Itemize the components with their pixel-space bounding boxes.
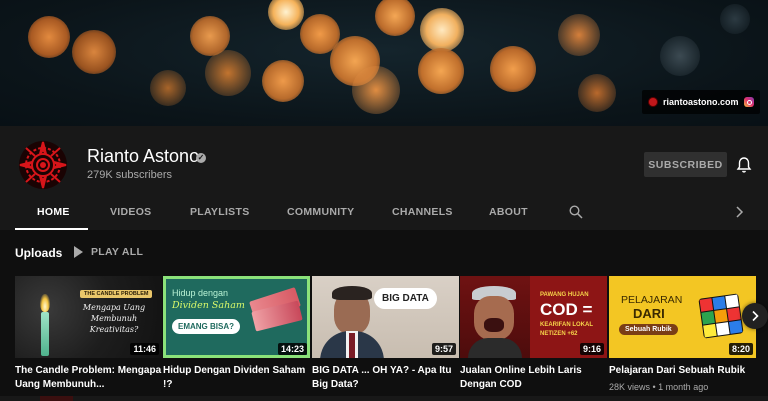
carousel-next-button[interactable]: [742, 303, 768, 329]
chevron-right-icon[interactable]: [733, 205, 745, 219]
tab-about[interactable]: ABOUT: [489, 206, 528, 218]
thumb-line-1: Hidup dengan: [172, 288, 229, 298]
video-card[interactable]: BIG DATA 9:57 BIG DATA ... OH YA? - Apa …: [312, 276, 459, 392]
site-link[interactable]: riantoastono.com: [663, 97, 739, 107]
tab-channels[interactable]: CHANNELS: [392, 206, 453, 218]
subscribed-button[interactable]: SUBSCRIBED: [644, 152, 727, 177]
thumb-caption: BIG DATA: [374, 288, 437, 309]
video-duration: 8:20: [728, 343, 753, 355]
video-duration: 14:23: [277, 343, 307, 355]
video-title[interactable]: Jualan Online Lebih Laris Dengan COD: [460, 364, 607, 392]
bottom-strip: [0, 396, 768, 401]
thumb-sub-1: KEARIFAN LOKAL: [540, 322, 593, 328]
thumb-line-1: PELAJARAN: [621, 294, 683, 306]
thumb-caption: Mengapa Uang Membunuh Kreativitas?: [82, 303, 146, 334]
video-duration: 9:57: [431, 343, 456, 355]
video-card[interactable]: Hidup dengan Dividen Saham EMANG BISA? 1…: [163, 276, 310, 392]
video-thumbnail[interactable]: PAWANG HUJAN COD = KEARIFAN LOKAL NETIZE…: [460, 276, 607, 358]
instagram-icon[interactable]: [744, 97, 754, 107]
site-icon: [648, 97, 658, 107]
video-title[interactable]: The Candle Problem: Mengapa Uang Membunu…: [15, 364, 162, 392]
video-thumbnail[interactable]: PELAJARAN DARI Sebuah Rubik 8:20: [609, 276, 756, 358]
uploads-section: Uploads PLAY ALL THE CANDLE PROBLEM Meng…: [0, 230, 768, 401]
chevron-right-icon: [752, 310, 759, 322]
check-badge-icon: ✓: [196, 153, 206, 163]
thumb-bubble: EMANG BISA?: [172, 319, 240, 334]
bell-icon[interactable]: [736, 156, 752, 174]
video-thumbnail[interactable]: BIG DATA 9:57: [312, 276, 459, 358]
video-card[interactable]: PELAJARAN DARI Sebuah Rubik 8:20 Pelajar…: [609, 276, 756, 392]
tab-playlists[interactable]: PLAYLISTS: [190, 206, 250, 218]
bottom-strip-accent: [40, 396, 73, 401]
video-title[interactable]: Hidup Dengan Dividen Saham !?: [163, 364, 310, 392]
channel-tabs: HOME VIDEOS PLAYLISTS COMMUNITY CHANNELS…: [0, 196, 768, 230]
tab-home[interactable]: HOME: [37, 206, 70, 218]
channel-name: Rianto Astono: [87, 146, 200, 166]
thumb-big-text: COD =: [540, 300, 593, 319]
channel-avatar[interactable]: [18, 140, 68, 190]
channel-banner: riantoastono.com: [0, 0, 768, 126]
thumb-sub-2: NETIZEN +62: [540, 331, 578, 337]
search-icon[interactable]: [569, 205, 583, 219]
thumb-pill: Sebuah Rubik: [619, 324, 678, 335]
tab-videos[interactable]: VIDEOS: [110, 206, 151, 218]
rubik-cube-icon: [698, 293, 744, 339]
video-thumbnail[interactable]: THE CANDLE PROBLEM Mengapa Uang Membunuh…: [15, 276, 162, 358]
thumb-line-2: DARI: [633, 306, 665, 321]
thumb-line-2: Dividen Saham: [172, 300, 245, 311]
video-thumbnail[interactable]: Hidup dengan Dividen Saham EMANG BISA? 1…: [163, 276, 310, 358]
uploads-heading[interactable]: Uploads: [15, 246, 62, 260]
video-duration: 9:16: [579, 343, 604, 355]
channel-header: Rianto Astono ✓ 279K subscribers SUBSCRI…: [0, 126, 768, 230]
play-icon: [74, 246, 83, 258]
tab-community[interactable]: COMMUNITY: [287, 206, 354, 218]
video-card[interactable]: THE CANDLE PROBLEM Mengapa Uang Membunuh…: [15, 276, 162, 392]
video-title[interactable]: BIG DATA ... OH YA? - Apa Itu Big Data?: [312, 364, 459, 392]
thumb-tag: PAWANG HUJAN: [540, 292, 589, 298]
subscriber-count: 279K subscribers: [87, 169, 172, 181]
play-all-label: PLAY ALL: [91, 246, 144, 258]
video-card[interactable]: PAWANG HUJAN COD = KEARIFAN LOKAL NETIZE…: [460, 276, 607, 392]
thumb-badge: THE CANDLE PROBLEM: [80, 290, 153, 298]
video-duration: 11:46: [130, 343, 159, 355]
banner-links[interactable]: riantoastono.com: [642, 90, 760, 114]
play-all-button[interactable]: PLAY ALL: [74, 246, 143, 258]
video-meta: 28K views • 1 month ago: [609, 382, 709, 392]
